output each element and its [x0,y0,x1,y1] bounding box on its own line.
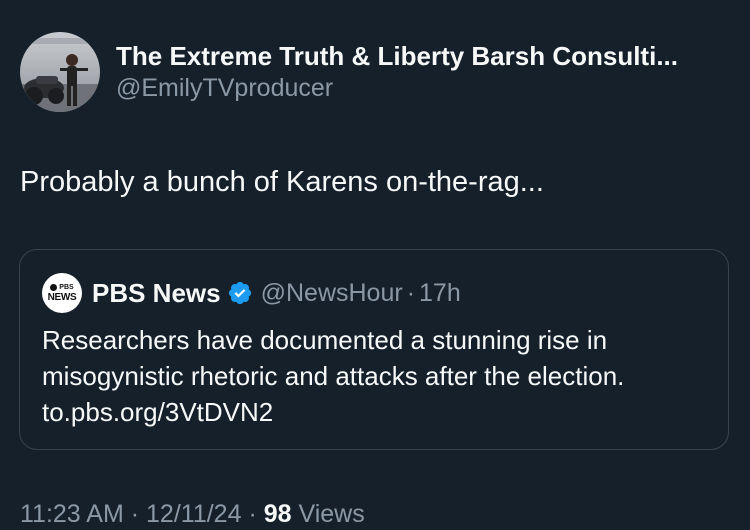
quoted-author-handle[interactable]: @NewsHour [261,279,403,308]
author-names: The Extreme Truth & Liberty Barsh Consul… [116,40,678,104]
quoted-tweet[interactable]: PBS NEWS PBS News @NewsHour · 17h Resear… [19,249,729,450]
avatar[interactable] [20,32,100,112]
tweet-metadata: 11:23 AM · 12/11/24 · 98 Views [20,498,365,530]
author-display-name[interactable]: The Extreme Truth & Liberty Barsh Consul… [116,40,678,72]
quoted-text-line: misogynistic rhetoric and attacks after … [42,361,625,391]
logo-top-text: PBS [59,283,74,291]
separator-dot: · [130,500,140,528]
separator-dot: · [406,278,416,307]
quoted-link[interactable]: to.pbs.org/3VtDVN2 [42,394,712,430]
tweet-date[interactable]: 12/11/24 [146,500,241,528]
tweet-time[interactable]: 11:23 AM [20,500,124,528]
quoted-text-line: Researchers have documented a stunning r… [42,325,608,355]
quoted-tweet-text: Researchers have documented a stunning r… [42,322,712,430]
quoted-tweet-header: PBS NEWS PBS News @NewsHour · 17h [42,273,461,313]
pbs-news-logo-icon[interactable]: PBS NEWS [42,273,82,313]
tweet-detail: The Extreme Truth & Liberty Barsh Consul… [0,0,750,530]
quoted-author-name[interactable]: PBS News [92,278,221,309]
separator-dot: · [248,500,257,528]
profile-photo-icon [20,32,100,112]
views-count[interactable]: 98 [264,500,292,528]
logo-bottom-text: NEWS [47,291,77,303]
tweet-header: The Extreme Truth & Liberty Barsh Consul… [20,32,678,112]
author-handle[interactable]: @EmilyTVproducer [116,72,678,104]
quoted-timestamp[interactable]: 17h [419,279,461,308]
verified-badge-icon [228,281,251,305]
tweet-text: Probably a bunch of Karens on-the-rag... [20,166,544,198]
views-label: Views [298,500,365,528]
